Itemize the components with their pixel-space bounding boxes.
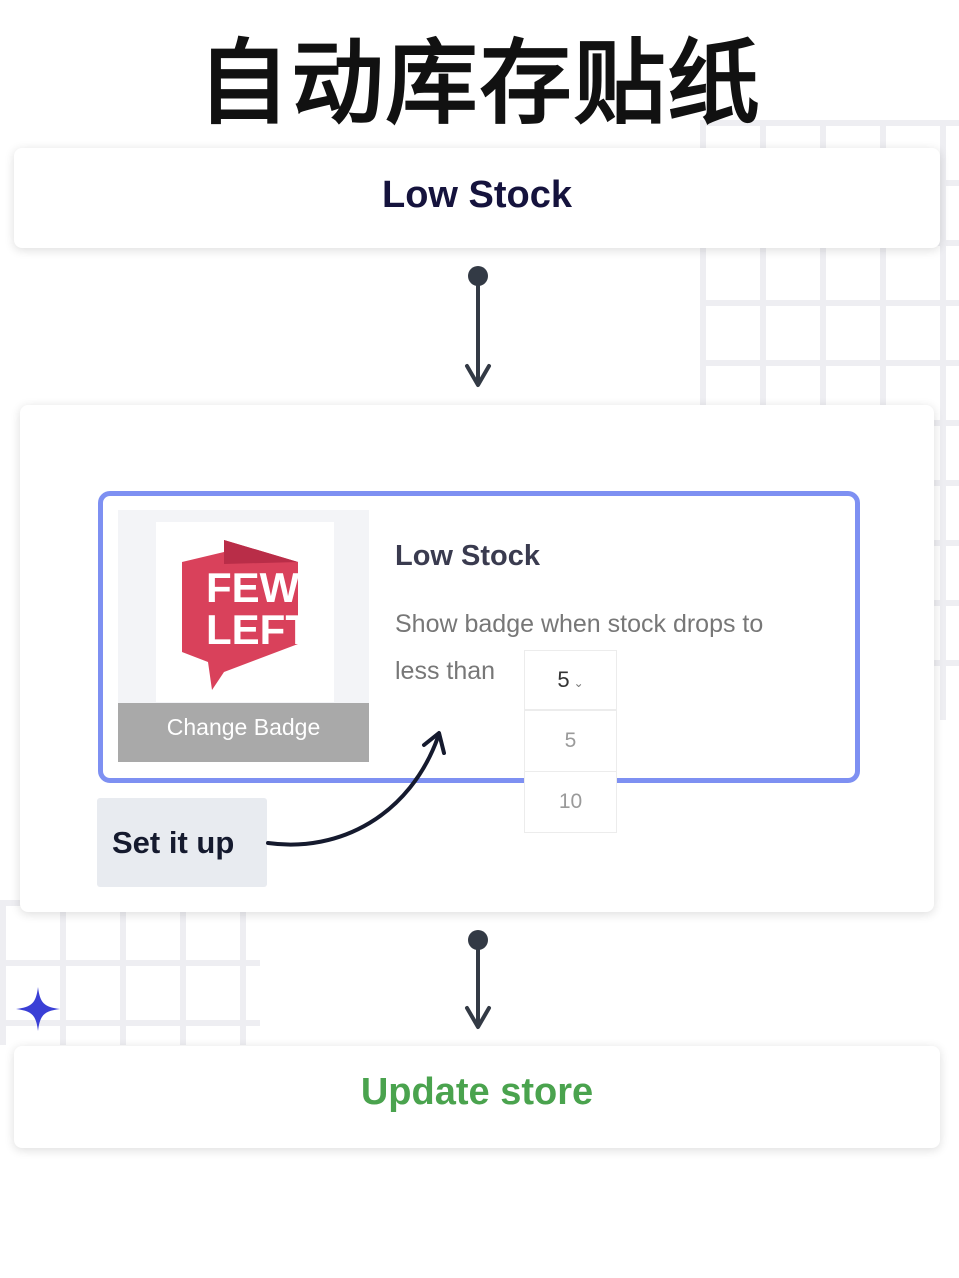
panel-description-cont: less than bbox=[395, 657, 496, 685]
set-it-up-callout: Set it up bbox=[97, 798, 267, 887]
panel-description: Show badge when stock drops to bbox=[395, 610, 764, 638]
trigger-card-label: Low Stock bbox=[381, 174, 573, 216]
sparkle-icon bbox=[16, 987, 60, 1031]
badge-text-line2: LEFT bbox=[206, 606, 311, 653]
page-title: 自动库存贴纸 bbox=[197, 29, 762, 137]
dropdown-option[interactable]: 5 bbox=[524, 710, 617, 772]
panel-title: Low Stock bbox=[395, 540, 541, 572]
arrow-down-icon bbox=[465, 266, 491, 387]
stock-threshold-select[interactable]: 5 ⌄ bbox=[524, 650, 617, 710]
action-card-label: Update store bbox=[360, 1071, 594, 1113]
dropdown-option[interactable]: 10 bbox=[524, 771, 617, 833]
chevron-down-icon: ⌄ bbox=[573, 676, 584, 690]
action-card[interactable]: Update store bbox=[14, 1046, 940, 1148]
arrow-down-icon bbox=[465, 930, 491, 1029]
badge-text-line1: FEW bbox=[206, 564, 300, 611]
few-left-badge-image: FEW LEFT bbox=[156, 522, 334, 702]
curved-arrow-icon bbox=[266, 731, 446, 847]
trigger-card[interactable]: Low Stock bbox=[14, 148, 940, 248]
stock-threshold-value: 5 bbox=[557, 667, 570, 692]
